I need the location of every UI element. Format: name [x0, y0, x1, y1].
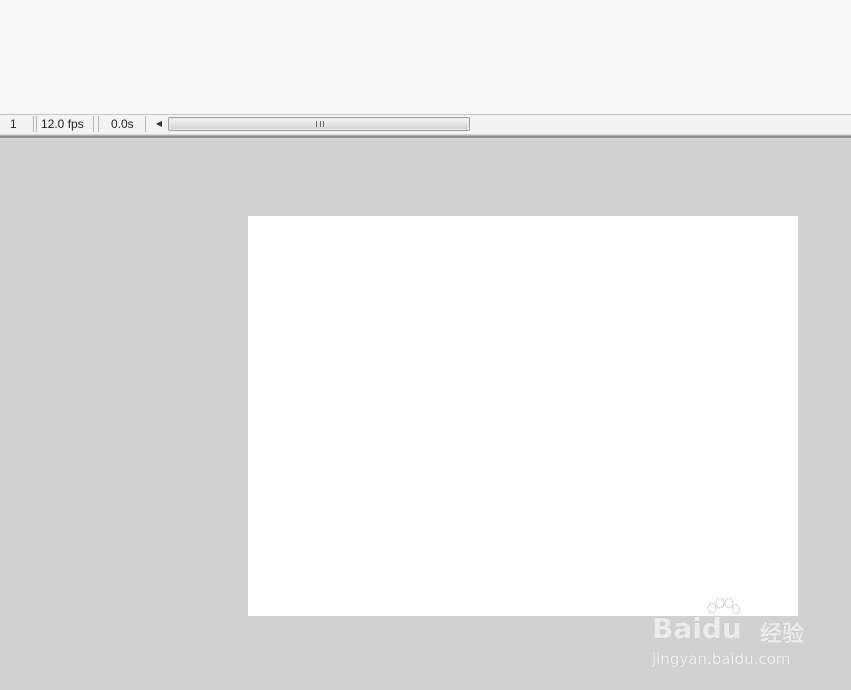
- timeline-horizontal-scrollbar[interactable]: [168, 117, 470, 131]
- frame-rate-field[interactable]: 12.0 fps: [36, 116, 94, 132]
- elapsed-time-value: 0.0s: [111, 117, 134, 131]
- scroll-left-button[interactable]: ◀: [152, 117, 166, 131]
- timeline-status-bar: 1 12.0 fps 0.0s ◀: [0, 114, 851, 135]
- stage-canvas[interactable]: [248, 216, 798, 616]
- watermark-logo: Baidu: [652, 612, 742, 645]
- watermark-logo-suffix: du: [701, 612, 742, 645]
- scrollbar-thumb[interactable]: [170, 119, 468, 129]
- watermark-url: jingyan.baidu.com: [652, 650, 791, 668]
- baidu-jingyan-watermark: Baidu 经验 jingyan.baidu.com: [652, 598, 812, 673]
- current-frame-field[interactable]: 1: [6, 116, 34, 132]
- grip-lines-icon: [316, 121, 324, 127]
- watermark-brand-cn: 经验: [760, 622, 805, 647]
- frame-rate-value: 12.0 fps: [41, 117, 84, 131]
- timeline-panel[interactable]: [0, 0, 851, 114]
- watermark-logo-text: Bai: [652, 612, 702, 645]
- elapsed-time-field: 0.0s: [98, 116, 146, 132]
- triangle-left-icon: ◀: [155, 119, 163, 128]
- current-frame-value: 1: [10, 117, 17, 131]
